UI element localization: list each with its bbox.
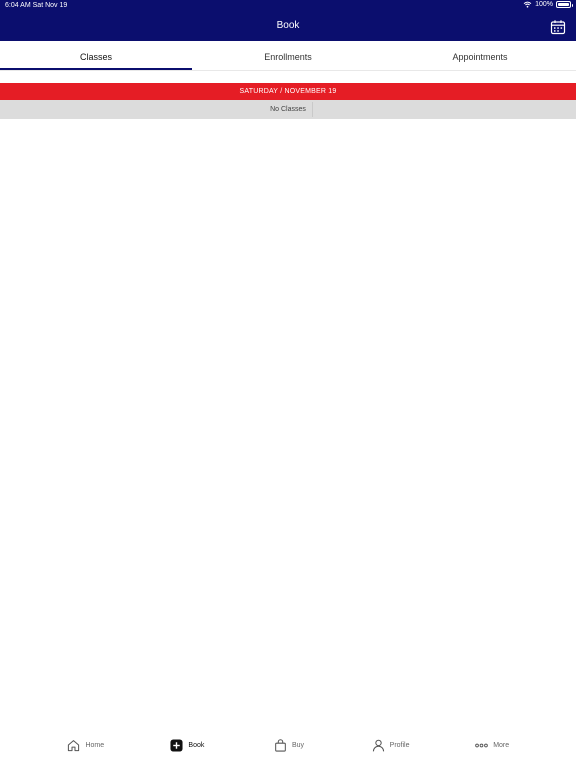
segment-tabs: Classes Enrollments Appointments xyxy=(0,41,576,71)
tab-bar-book[interactable]: Book xyxy=(137,728,239,763)
status-indicators: 100% xyxy=(523,1,573,8)
tab-bar-more[interactable]: More xyxy=(441,728,543,763)
tab-bar-buy[interactable]: Buy xyxy=(238,728,340,763)
status-bar: 6:04 AM Sat Nov 19 100% xyxy=(0,0,576,12)
battery-icon xyxy=(556,1,573,8)
status-time: 6:04 AM Sat Nov 19 xyxy=(5,2,68,9)
ellipsis-icon xyxy=(475,743,489,748)
nav-bar: Book xyxy=(0,12,576,41)
empty-message: No Classes xyxy=(270,106,306,113)
tab-bar-home[interactable]: Home xyxy=(35,728,137,763)
battery-percent: 100% xyxy=(535,1,553,8)
person-icon xyxy=(372,739,384,752)
shopping-bag-icon xyxy=(275,739,286,752)
date-header: SATURDAY / NOVEMBER 19 xyxy=(0,83,576,100)
battery-level xyxy=(558,3,569,6)
tab-bar-profile-label: Profile xyxy=(389,742,410,749)
wifi-icon xyxy=(523,1,532,8)
empty-classes-row: No Classes xyxy=(0,100,576,119)
tab-bar-buy-label: Buy xyxy=(291,742,305,749)
tab-bar-more-label: More xyxy=(493,742,510,749)
home-icon xyxy=(68,740,80,752)
tab-classes[interactable]: Classes xyxy=(0,41,192,70)
page-title: Book xyxy=(276,20,300,31)
bottom-tab-bar: Home Book Buy Profile More xyxy=(0,728,576,768)
plus-square-icon xyxy=(170,739,183,752)
tab-bar-home-label: Home xyxy=(85,742,105,749)
tab-enrollments[interactable]: Enrollments xyxy=(192,41,384,70)
tab-bar-profile[interactable]: Profile xyxy=(340,728,442,763)
tab-bar-book-label: Book xyxy=(188,742,205,749)
calendar-icon[interactable] xyxy=(550,19,566,35)
row-divider xyxy=(312,102,313,117)
tab-appointments[interactable]: Appointments xyxy=(384,41,576,70)
